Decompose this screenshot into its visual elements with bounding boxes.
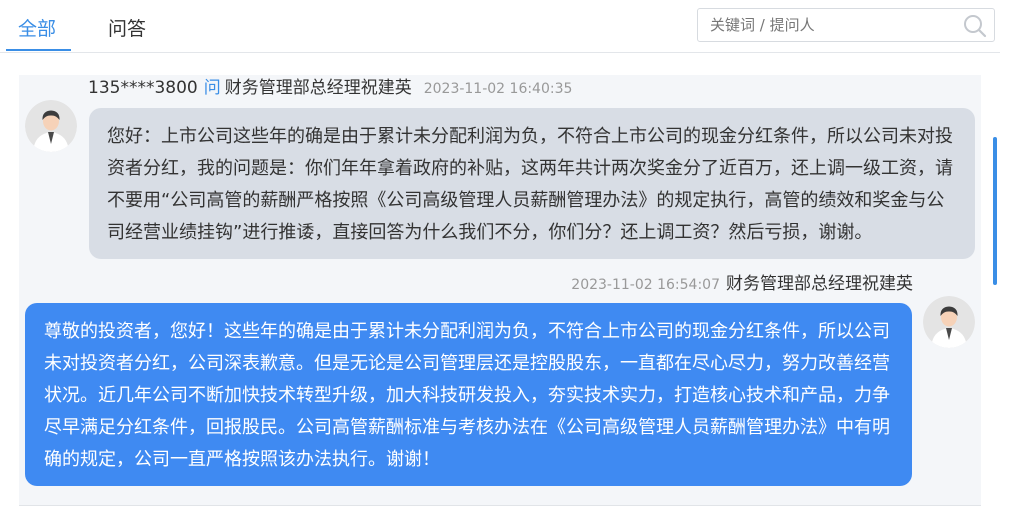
tab-all[interactable]: 全部 — [18, 16, 56, 42]
search-input[interactable] — [710, 9, 960, 41]
question-time: 2023-11-02 16:40:35 — [423, 81, 573, 97]
tab-qa[interactable]: 问答 — [108, 16, 146, 42]
scrollbar-thumb[interactable] — [993, 137, 997, 285]
question-target: 财务管理部总经理祝建英 — [224, 78, 412, 98]
answer-bubble: 尊敬的投资者，您好！这些年的确是由于累计未分配利润为负，不符合上市公司的现金分红… — [25, 303, 912, 486]
user-avatar-icon — [923, 296, 975, 348]
ask-marker: 问 — [203, 78, 221, 98]
search-icon[interactable] — [962, 13, 988, 39]
questioner-avatar — [25, 100, 77, 152]
question-bubble: 您好：上市公司这些年的确是由于累计未分配利润为负，不符合上市公司的现金分红条件，… — [89, 108, 975, 259]
top-bar: 全部 问答 — [0, 0, 1000, 53]
responder-name: 财务管理部总经理祝建英 — [726, 274, 913, 294]
questioner-name: 135****3800 — [88, 78, 198, 98]
answer-time: 2023-11-02 16:54:07 — [571, 277, 720, 293]
user-avatar-icon — [25, 100, 77, 152]
active-tab-indicator — [6, 49, 71, 51]
responder-avatar — [923, 296, 975, 348]
question-header: 135****3800 问财务管理部总经理祝建英 2023-11-02 16:40:… — [88, 76, 572, 100]
answer-header: 2023-11-02 16:54:07 财务管理部总经理祝建英 — [571, 272, 913, 296]
search-box[interactable] — [697, 8, 995, 42]
